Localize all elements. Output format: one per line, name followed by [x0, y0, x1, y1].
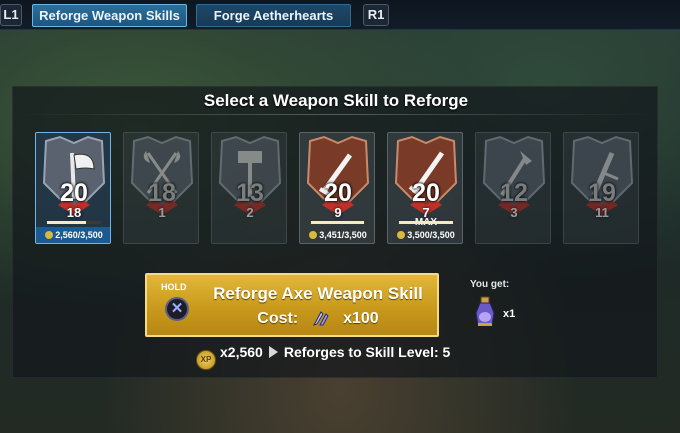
skill-xp-value: 3,451/3,500 — [319, 230, 367, 240]
xp-coin-icon: XP — [196, 350, 216, 370]
panel-title: Select a Weapon Skill to Reforge — [203, 91, 469, 110]
skill-xp: 2,560/3,500 — [36, 230, 112, 240]
skill-rank: 2 — [246, 205, 254, 220]
skill-card[interactable]: 13 2 — [211, 132, 287, 244]
tab-forge-aetherhearts[interactable]: Forge Aetherhearts — [196, 4, 351, 27]
skill-card[interactable]: 18 1 — [123, 132, 199, 244]
right-bumper-hint[interactable]: R1 — [363, 4, 389, 26]
skill-rank: 3 — [510, 205, 518, 220]
reforge-button-label: Reforge Axe Weapon Skill — [213, 284, 423, 303]
title-divider — [17, 114, 655, 115]
cost-label: Cost: — [257, 310, 299, 327]
skill-card[interactable]: 20 18 2,560/3,500 — [35, 132, 111, 244]
xp-coin-icon — [309, 231, 318, 239]
cost-value: x100 — [343, 310, 379, 327]
xp-conversion: XP x2,560 Reforges to Skill Level: 5 — [196, 344, 451, 370]
left-bumper-hint[interactable]: L1 — [0, 4, 22, 26]
tab-reforge-weapon-skills[interactable]: Reforge Weapon Skills — [32, 4, 187, 27]
top-bar: L1 Reforge Weapon Skills Forge Aetherhea… — [0, 0, 680, 30]
xp-coin-icon — [45, 231, 54, 239]
skill-rank: 11 — [595, 205, 609, 220]
skill-card[interactable]: 19 11 — [563, 132, 639, 244]
potion-icon — [470, 295, 500, 331]
skill-card[interactable]: 20 9 3,451/3,500 — [299, 132, 375, 244]
skill-rank: 1 — [158, 205, 166, 220]
skill-rank: 9 — [334, 205, 342, 220]
skill-level: 20 — [324, 179, 352, 207]
xp-progress-bar — [47, 221, 101, 224]
reward-count: x1 — [503, 308, 516, 320]
skill-xp: 3,500/3,500 — [388, 230, 464, 240]
skill-level: 20 — [60, 179, 88, 207]
reforge-button[interactable]: HOLD ✕ Reforge Axe Weapon Skill Cost: x1… — [145, 273, 439, 337]
xp-progress-bar — [399, 221, 453, 224]
skill-level: 18 — [148, 179, 176, 207]
skill-xp-value: 3,500/3,500 — [407, 230, 455, 240]
skill-level: 13 — [236, 179, 264, 207]
skill-xp: 3,451/3,500 — [300, 230, 376, 240]
skill-card[interactable]: 12 3 — [475, 132, 551, 244]
xp-coin-icon — [397, 231, 406, 239]
reward-label: You get: — [470, 279, 510, 290]
skill-level: 20 — [412, 179, 440, 207]
arrow-right-icon — [268, 346, 278, 358]
skill-level: 19 — [588, 179, 616, 207]
reforge-cost: Cost: x100 — [203, 309, 433, 328]
skill-rank: 18 — [66, 205, 82, 220]
hold-label: HOLD — [161, 282, 187, 292]
aether-crystal-icon — [311, 309, 331, 327]
skill-card[interactable]: 207MAX3,500/3,500 — [387, 132, 463, 244]
skill-level: 12 — [500, 179, 528, 207]
xp-progress-bar — [311, 221, 365, 224]
conversion-result: Reforges to Skill Level: 5 — [283, 344, 451, 360]
cross-button-icon: ✕ — [165, 297, 189, 321]
skill-xp-value: 2,560/3,500 — [55, 230, 103, 240]
xp-amount: x2,560 — [220, 344, 263, 360]
